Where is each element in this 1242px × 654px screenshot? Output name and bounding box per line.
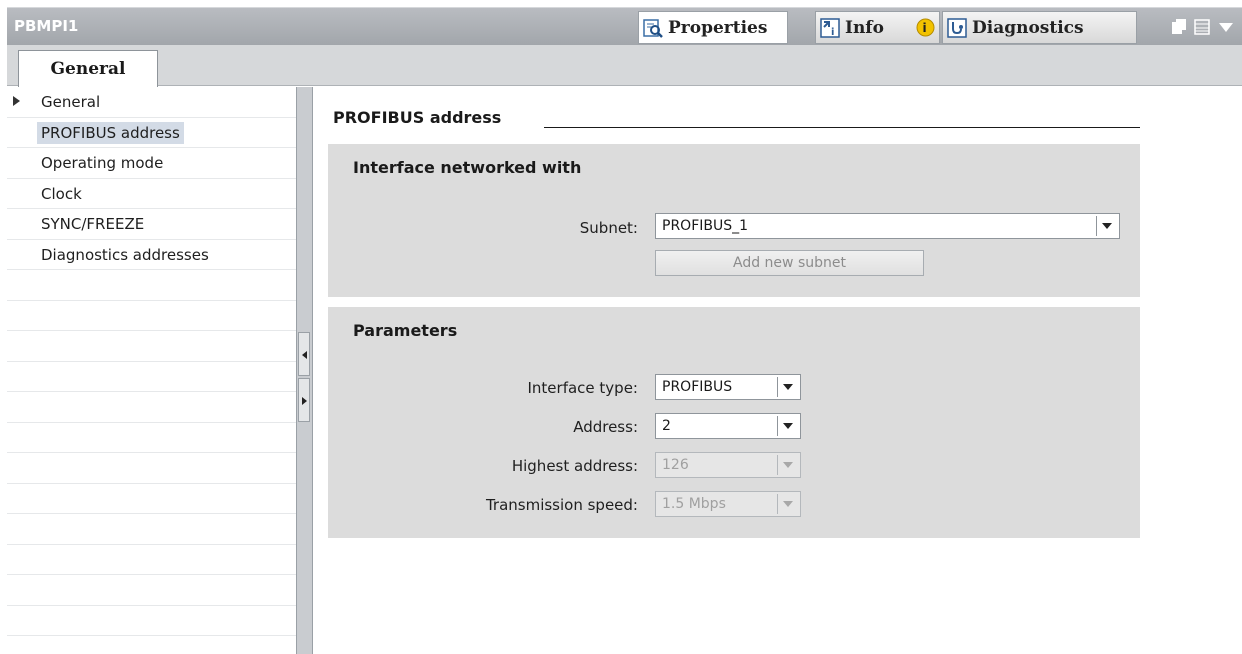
nav-row <box>7 453 296 484</box>
nav-row: General <box>7 87 296 118</box>
svg-text:i: i <box>831 27 834 38</box>
nav-row <box>7 331 296 362</box>
interface-group: Interface networked with Subnet: PROFIBU… <box>328 144 1140 297</box>
subnet-label: Subnet: <box>579 219 638 237</box>
nav-row: PROFIBUS address <box>7 118 296 148</box>
interface-type-select[interactable]: PROFIBUS <box>655 374 801 400</box>
nav-item-sync-freeze[interactable]: SYNC/FREEZE <box>37 213 148 235</box>
nav-row: SYNC/FREEZE <box>7 209 296 240</box>
transmission-speed-label: Transmission speed: <box>485 496 638 514</box>
chevron-down-icon[interactable] <box>777 377 798 397</box>
navigation-tree: General PROFIBUS address Operating mode … <box>7 87 296 654</box>
subnet-select[interactable]: PROFIBUS_1 <box>655 213 1120 239</box>
parameters-group: Parameters Interface type: PROFIBUS Addr… <box>328 307 1140 538</box>
tab-info-label: Info <box>845 17 884 38</box>
properties-icon <box>643 18 663 38</box>
nav-row <box>7 484 296 514</box>
nav-row <box>7 362 296 392</box>
collapse-right-button[interactable] <box>298 378 310 422</box>
layout-icon[interactable] <box>1194 19 1210 35</box>
expand-arrow-icon[interactable] <box>13 96 20 106</box>
nav-row: Operating mode <box>7 148 296 179</box>
highest-address-value: 126 <box>662 457 689 473</box>
title-bar: PBMPI1 Properties i Info i Diagnostics <box>7 7 1242 45</box>
panel-splitter[interactable] <box>296 87 313 654</box>
tab-general[interactable]: General <box>18 50 158 87</box>
tab-strip: General <box>7 45 1242 87</box>
nav-item-diagnostics-addresses[interactable]: Diagnostics addresses <box>37 244 213 266</box>
address-value: 2 <box>662 418 671 434</box>
info-icon: i <box>820 17 840 38</box>
nav-row <box>7 545 296 575</box>
tab-properties[interactable]: Properties <box>638 11 788 44</box>
chevron-down-icon[interactable] <box>1218 19 1234 35</box>
diagnostics-icon <box>947 17 967 38</box>
parameters-group-title: Parameters <box>353 321 458 340</box>
section-divider <box>544 127 1140 128</box>
collapse-left-button[interactable] <box>298 332 310 376</box>
subnet-value: PROFIBUS_1 <box>662 218 749 234</box>
chevron-down-icon[interactable] <box>1096 216 1117 236</box>
nav-item-general[interactable]: General <box>37 91 104 113</box>
chevron-down-icon <box>777 494 798 514</box>
highest-address-label: Highest address: <box>511 457 638 475</box>
triangle-left-icon <box>302 351 307 359</box>
nav-row: Clock <box>7 179 296 209</box>
nav-item-clock[interactable]: Clock <box>37 183 86 205</box>
nav-item-profibus-address[interactable]: PROFIBUS address <box>37 121 184 144</box>
tab-info[interactable]: i Info i <box>815 11 940 44</box>
tab-properties-label: Properties <box>668 17 768 38</box>
nav-row <box>7 392 296 423</box>
address-label: Address: <box>573 418 638 436</box>
window-title: PBMPI1 <box>14 17 79 35</box>
tab-diagnostics-label: Diagnostics <box>972 17 1084 38</box>
nav-row <box>7 514 296 545</box>
tab-diagnostics[interactable]: Diagnostics <box>942 11 1137 44</box>
nav-row: Diagnostics addresses <box>7 240 296 270</box>
add-new-subnet-button[interactable]: Add new subnet <box>655 250 924 276</box>
svg-text:i: i <box>923 21 927 35</box>
interface-type-value: PROFIBUS <box>662 379 733 395</box>
nav-row <box>7 606 296 636</box>
nav-item-operating-mode[interactable]: Operating mode <box>37 152 167 174</box>
triangle-right-icon <box>302 397 307 405</box>
float-window-icon[interactable] <box>1172 19 1186 35</box>
nav-row <box>7 423 296 453</box>
nav-row <box>7 270 296 301</box>
chevron-down-icon <box>777 455 798 475</box>
address-select[interactable]: 2 <box>655 413 801 439</box>
section-title: PROFIBUS address <box>333 108 502 127</box>
highest-address-select: 126 <box>655 452 801 478</box>
interface-type-label: Interface type: <box>527 379 639 397</box>
chevron-down-icon[interactable] <box>777 416 798 436</box>
transmission-speed-select: 1.5 Mbps <box>655 491 801 517</box>
transmission-speed-value: 1.5 Mbps <box>662 496 726 512</box>
interface-group-title: Interface networked with <box>353 158 582 177</box>
nav-row <box>7 301 296 331</box>
info-badge-icon: i <box>916 18 935 37</box>
nav-row <box>7 575 296 606</box>
